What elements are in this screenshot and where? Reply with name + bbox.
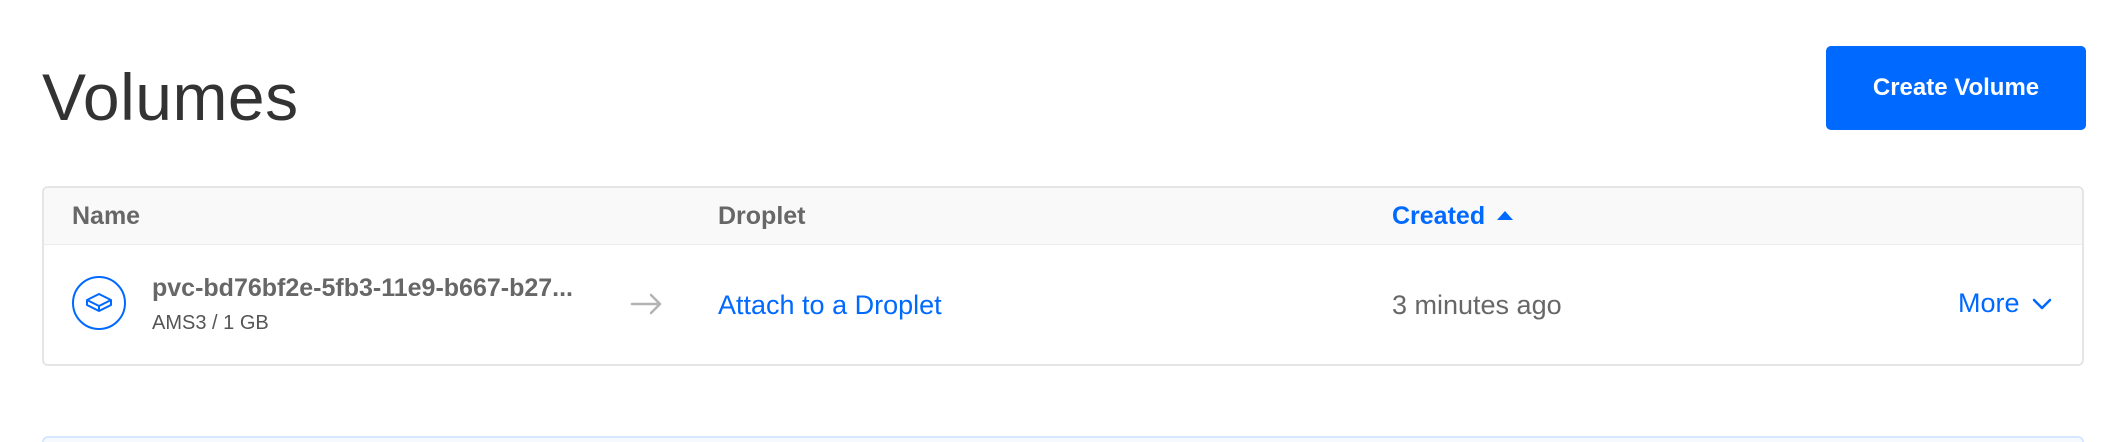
info-panel: [42, 436, 2084, 442]
more-label: More: [1958, 288, 2020, 318]
column-header-name: Name: [72, 188, 140, 244]
created-time: 3 minutes ago: [1392, 290, 1562, 320]
caret-up-icon: [1497, 210, 1514, 220]
table-header: Name Droplet Created: [44, 188, 2082, 245]
column-header-droplet: Droplet: [718, 188, 806, 244]
column-header-name-label: Name: [72, 201, 141, 230]
volume-icon: [72, 276, 126, 330]
chevron-down-icon: [2032, 298, 2051, 309]
column-header-created[interactable]: Created: [1392, 188, 1514, 244]
volume-region-size: AMS3 / 1 GB: [152, 312, 269, 334]
create-volume-button[interactable]: Create Volume: [1826, 46, 2086, 130]
volume-name[interactable]: pvc-bd76bf2e-5fb3-11e9-b667-b27...: [152, 274, 573, 303]
volumes-table: Name Droplet Created pvc-bd76bf2e-5fb3-1…: [42, 186, 2084, 366]
column-header-droplet-label: Droplet: [718, 201, 806, 230]
column-header-created-label: Created: [1392, 201, 1486, 230]
more-menu-button[interactable]: More: [1958, 288, 2052, 319]
table-row: pvc-bd76bf2e-5fb3-11e9-b667-b27... AMS3 …: [44, 244, 2082, 364]
page-title: Volumes: [42, 60, 299, 134]
volumes-page: Volumes Create Volume Name Droplet Creat…: [0, 0, 2126, 442]
attach-to-droplet-link[interactable]: Attach to a Droplet: [718, 290, 942, 321]
arrow-right-icon: [630, 293, 662, 315]
